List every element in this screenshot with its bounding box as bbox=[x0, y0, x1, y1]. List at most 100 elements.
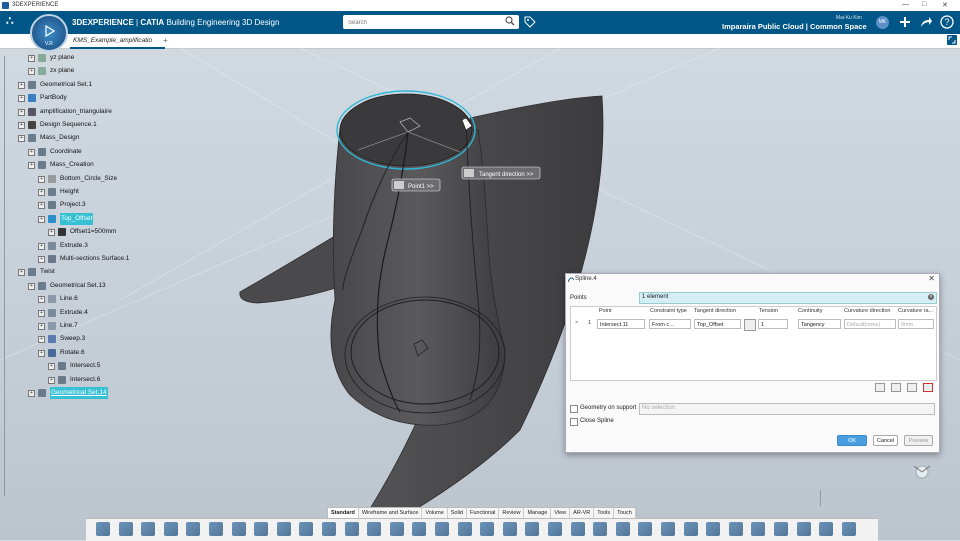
expand-icon[interactable]: + bbox=[28, 162, 35, 170]
tab-solid[interactable]: Solid bbox=[448, 508, 467, 518]
compass-widget[interactable]: V.R bbox=[30, 14, 68, 52]
cancel-button[interactable]: Cancel bbox=[873, 435, 898, 446]
copy-icon[interactable] bbox=[118, 522, 133, 536]
blend-icon[interactable] bbox=[525, 522, 540, 536]
expand-icon[interactable]: + bbox=[38, 215, 45, 223]
insert-point-icon[interactable] bbox=[875, 383, 885, 392]
geometry-support-checkbox[interactable] bbox=[570, 405, 578, 413]
curvature-radius-cell[interactable]: 0mm bbox=[898, 319, 934, 329]
render-icon[interactable] bbox=[796, 522, 811, 536]
expand-icon[interactable]: + bbox=[38, 336, 45, 344]
plane-icon[interactable] bbox=[276, 522, 291, 536]
extrude-icon[interactable] bbox=[412, 522, 427, 536]
tension-stepper[interactable]: 1 bbox=[758, 319, 788, 329]
minimize-icon[interactable]: — bbox=[902, 1, 909, 8]
fill-icon[interactable] bbox=[480, 522, 495, 536]
multisection-icon[interactable] bbox=[502, 522, 517, 536]
expand-icon[interactable]: + bbox=[38, 256, 45, 263]
tab-standard[interactable]: Standard bbox=[328, 508, 359, 518]
tab-manage[interactable]: Manage bbox=[524, 508, 552, 518]
tree-scrollbar[interactable] bbox=[4, 56, 5, 496]
settings-icon[interactable] bbox=[819, 522, 834, 536]
curvature-direction-cell[interactable]: Default(none) bbox=[844, 319, 896, 329]
expand-icon[interactable]: + bbox=[18, 122, 25, 129]
axis-icon[interactable] bbox=[299, 522, 314, 536]
grid-icon[interactable] bbox=[322, 522, 336, 536]
avatar[interactable]: MK bbox=[876, 16, 889, 29]
expand-icon[interactable]: + bbox=[18, 108, 25, 116]
constraint-select[interactable]: From c... bbox=[649, 319, 691, 329]
pattern-icon[interactable] bbox=[751, 522, 766, 536]
expand-icon[interactable]: + bbox=[28, 148, 35, 156]
undo-icon[interactable] bbox=[163, 522, 178, 536]
delete-point-icon[interactable] bbox=[923, 383, 933, 392]
tab-functional[interactable]: Functional bbox=[467, 508, 500, 518]
expand-icon[interactable]: + bbox=[38, 349, 45, 357]
scrollbar[interactable] bbox=[820, 490, 821, 506]
tangent-tag[interactable]: Tangent direction >> bbox=[461, 166, 541, 180]
remove-row-icon[interactable]: × bbox=[575, 320, 578, 326]
geometry-support-field[interactable]: No selection bbox=[639, 403, 935, 415]
expand-icon[interactable]: + bbox=[48, 376, 55, 384]
circle-icon[interactable] bbox=[344, 522, 359, 536]
expand-icon[interactable]: + bbox=[18, 135, 25, 143]
search-box[interactable] bbox=[343, 15, 519, 29]
expand-icon[interactable]: + bbox=[28, 282, 35, 290]
tab-document[interactable]: KMS_Example_amplificatio bbox=[70, 34, 165, 49]
expand-icon[interactable]: + bbox=[48, 363, 55, 371]
cut-icon[interactable] bbox=[96, 522, 110, 536]
point-icon[interactable] bbox=[231, 522, 246, 536]
revolve-icon[interactable] bbox=[435, 522, 449, 536]
tag-icon[interactable] bbox=[524, 16, 536, 28]
play-icon[interactable] bbox=[45, 25, 55, 37]
symmetry-icon[interactable] bbox=[706, 522, 721, 536]
tab-tools[interactable]: Tools bbox=[594, 508, 615, 518]
tangent-cell[interactable]: Top_Offset bbox=[694, 319, 741, 329]
boundary-icon[interactable] bbox=[615, 522, 630, 536]
point-tag[interactable]: Point1 >> bbox=[391, 178, 441, 192]
expand-icon[interactable]: + bbox=[38, 309, 45, 317]
add-tab-icon[interactable]: + bbox=[163, 36, 168, 45]
expand-icon[interactable]: + bbox=[38, 242, 45, 250]
share-icon[interactable] bbox=[919, 15, 933, 29]
rotate-icon[interactable] bbox=[683, 522, 698, 536]
expand-icon[interactable]: + bbox=[28, 68, 35, 76]
expand-icon[interactable]: + bbox=[38, 175, 45, 183]
expand-icon[interactable]: + bbox=[28, 55, 35, 62]
expand-icon[interactable]: + bbox=[48, 229, 55, 237]
sketch-icon[interactable] bbox=[209, 522, 223, 536]
tab-volume[interactable]: Volume bbox=[422, 508, 448, 518]
tab-ar-vr[interactable]: AR-VR bbox=[570, 508, 595, 518]
view-orientation-icon[interactable] bbox=[910, 460, 934, 480]
help-icon[interactable]: ? bbox=[940, 15, 954, 29]
trim-icon[interactable] bbox=[593, 522, 608, 536]
search-input[interactable] bbox=[346, 16, 500, 29]
scale-icon[interactable] bbox=[728, 522, 743, 536]
tab-touch[interactable]: Touch bbox=[614, 508, 636, 518]
tangent-pick-icon[interactable] bbox=[744, 319, 756, 331]
clear-points-icon[interactable]: × bbox=[928, 294, 934, 300]
close-spline-checkbox[interactable] bbox=[570, 418, 578, 426]
join-icon[interactable] bbox=[548, 522, 562, 536]
paste-icon[interactable] bbox=[141, 522, 156, 536]
more-icon[interactable] bbox=[841, 522, 856, 536]
fullscreen-icon[interactable] bbox=[947, 35, 957, 45]
tab-wireframe-surface[interactable]: Wireframe and Surface bbox=[359, 508, 423, 518]
expand-icon[interactable]: + bbox=[18, 95, 25, 103]
maximize-icon[interactable]: □ bbox=[922, 1, 926, 8]
ok-button[interactable]: OK bbox=[837, 435, 867, 446]
tab-view[interactable]: View bbox=[551, 508, 571, 518]
update-icon[interactable] bbox=[186, 522, 201, 536]
line-icon[interactable] bbox=[254, 522, 269, 536]
continuity-select[interactable]: Tangency bbox=[798, 319, 841, 329]
expand-icon[interactable]: + bbox=[38, 202, 45, 210]
expand-icon[interactable]: + bbox=[38, 323, 45, 330]
spline-icon[interactable] bbox=[367, 522, 382, 536]
expand-icon[interactable]: + bbox=[18, 81, 25, 89]
tab-review[interactable]: Review bbox=[499, 508, 525, 518]
expand-icon[interactable]: + bbox=[28, 390, 35, 397]
add-icon[interactable] bbox=[898, 15, 912, 29]
collab-space[interactable]: Imparaira Public Cloud | Common Space bbox=[722, 22, 867, 31]
dialog-close-icon[interactable]: ✕ bbox=[928, 274, 935, 283]
move-up-icon[interactable] bbox=[891, 383, 901, 392]
